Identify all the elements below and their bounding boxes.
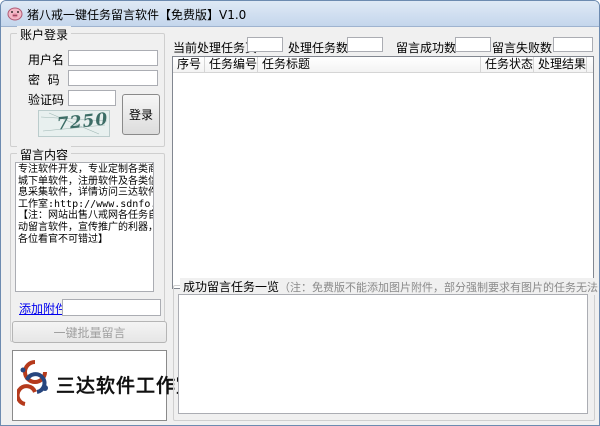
- current-page-value: [247, 37, 283, 52]
- fail-count-value: [553, 37, 593, 52]
- studio-logo: 三达软件工作室: [12, 350, 195, 421]
- success-list-group: 成功留言任务一览（注：免费版不能添加图片附件，部分强制要求有图片的任务无法留言）: [173, 278, 599, 421]
- success-count-label: 留言成功数:: [396, 41, 461, 55]
- password-input[interactable]: [68, 70, 158, 86]
- success-list-heading: 成功留言任务一览: [183, 280, 280, 294]
- attachment-path-input[interactable]: [62, 299, 161, 316]
- success-list-box[interactable]: [178, 294, 588, 414]
- fail-count-label: 留言失败数:: [492, 41, 557, 55]
- account-login-group: 账户登录 用户名 密 码 验证码 7250 登录: [10, 26, 165, 147]
- message-content-textarea[interactable]: 专注软件开发，专业定制各类商 城下单软件，注册软件及各类信 息采集软件，详情访问…: [15, 162, 154, 292]
- task-table-header: 序号 任务编号 任务标题 任务状态 处理结果: [173, 57, 593, 73]
- column-header-task-status[interactable]: 任务状态: [481, 57, 534, 72]
- message-content-group: 留言内容 专注软件开发，专业定制各类商 城下单软件，注册软件及各类信 息采集软件…: [10, 146, 165, 342]
- message-group-title: 留言内容: [17, 146, 72, 163]
- tasks-count-label: 处理任务数:: [288, 41, 353, 55]
- window-title: 猪八戒一键任务留言软件【免费版】V1.0: [27, 8, 247, 22]
- account-group-title: 账户登录: [17, 26, 72, 43]
- username-input[interactable]: [68, 50, 158, 66]
- username-label: 用户名: [28, 53, 65, 67]
- login-button[interactable]: 登录: [122, 94, 160, 135]
- captcha-image[interactable]: 7250: [38, 110, 110, 137]
- success-list-title: 成功留言任务一览（注：免费版不能添加图片附件，部分强制要求有图片的任务无法留言）: [180, 278, 600, 295]
- app-window: 猪八戒一键任务留言软件【免费版】V1.0 账户登录 用户名 密 码 验证码 72…: [0, 0, 600, 426]
- column-header-result[interactable]: 处理结果: [534, 57, 587, 72]
- batch-message-button[interactable]: 一键批量留言: [12, 321, 167, 343]
- client-area: 账户登录 用户名 密 码 验证码 7250 登录 留言内容 专注软件开发，专业定…: [7, 26, 599, 421]
- studio-logo-icon: [17, 360, 48, 406]
- pig-app-icon: [7, 6, 23, 21]
- success-count-value: [455, 37, 491, 52]
- success-list-note: （注：免费版不能添加图片附件，部分强制要求有图片的任务无法留言）: [279, 281, 600, 294]
- password-label: 密 码: [28, 73, 60, 87]
- captcha-input[interactable]: [68, 90, 116, 106]
- title-bar: 猪八戒一键任务留言软件【免费版】V1.0: [1, 1, 599, 27]
- column-header-task-id[interactable]: 任务编号: [205, 57, 258, 72]
- column-header-task-title[interactable]: 任务标题: [258, 57, 481, 72]
- captcha-label: 验证码: [28, 93, 65, 107]
- tasks-count-value: [347, 37, 383, 52]
- add-attachment-link[interactable]: 添加附件: [19, 300, 67, 317]
- column-header-index[interactable]: 序号: [173, 57, 205, 72]
- task-list-table[interactable]: 序号 任务编号 任务标题 任务状态 处理结果: [172, 56, 594, 289]
